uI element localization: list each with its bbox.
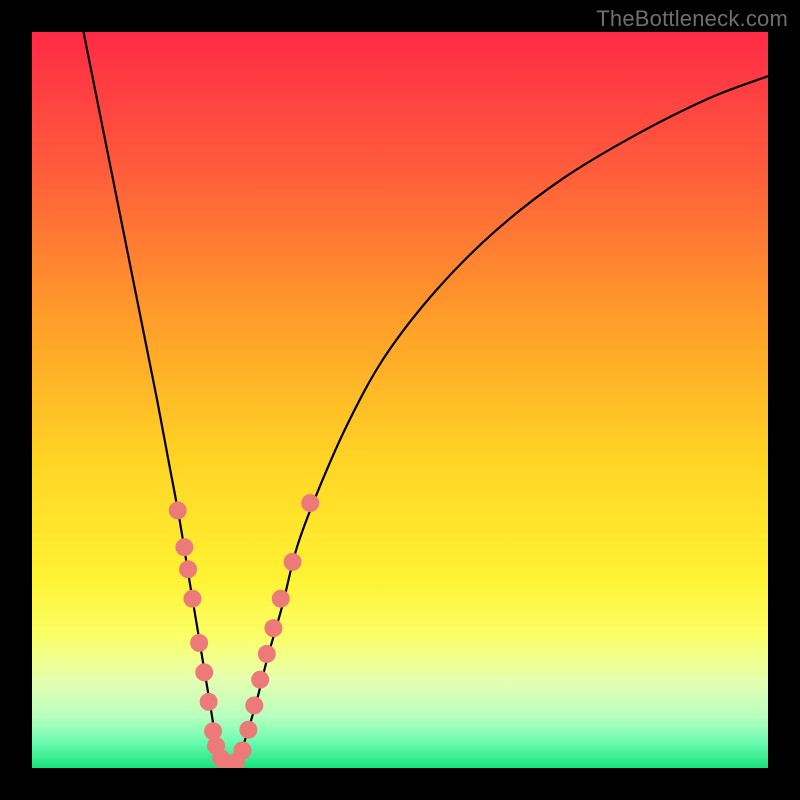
sample-point (284, 553, 302, 571)
sample-point (233, 741, 251, 759)
watermark-text: TheBottleneck.com (596, 6, 788, 32)
sample-point (190, 634, 208, 652)
sample-point (179, 560, 197, 578)
sample-point (301, 494, 319, 512)
sample-point (175, 538, 193, 556)
sample-point (200, 693, 218, 711)
sample-point (264, 619, 282, 637)
gradient-rect (32, 32, 768, 768)
chart-stage: TheBottleneck.com (0, 0, 800, 800)
sample-point (183, 590, 201, 608)
sample-point (251, 671, 269, 689)
chart-svg (32, 32, 768, 768)
sample-point (245, 696, 263, 714)
sample-point (239, 721, 257, 739)
sample-point (169, 501, 187, 519)
plot-area (32, 32, 768, 768)
sample-point (195, 663, 213, 681)
sample-point (272, 590, 290, 608)
sample-point (258, 645, 276, 663)
